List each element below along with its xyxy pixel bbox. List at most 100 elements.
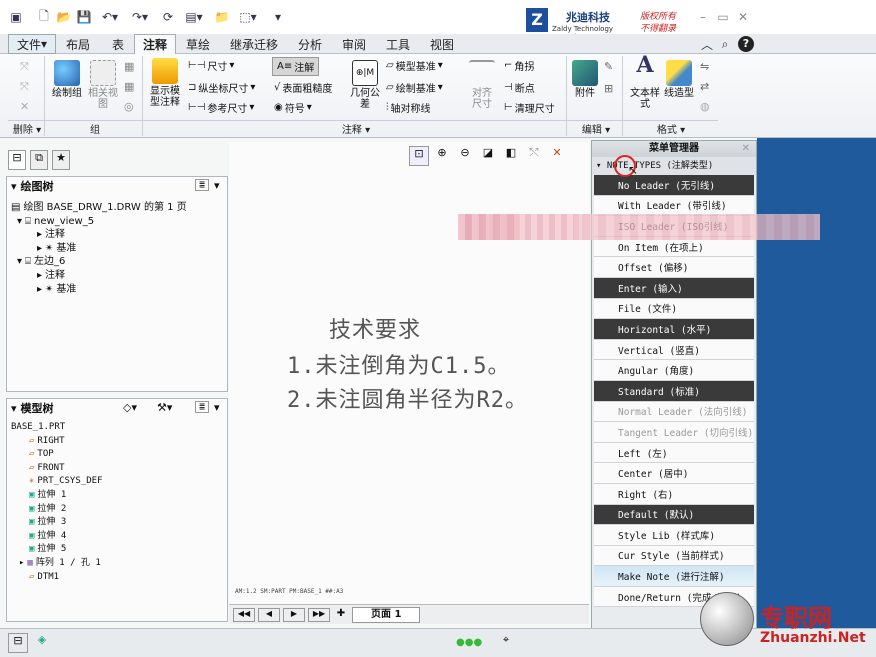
group-small-icon-2[interactable]: ▦ xyxy=(124,80,134,93)
draw-group-button[interactable]: 绘制组 xyxy=(50,60,84,99)
tree-item[interactable]: ▱ FRONT xyxy=(11,462,223,476)
customize-icon[interactable]: ▾ xyxy=(272,8,284,26)
tree-item[interactable]: ▤ 绘图 BASE_DRW_1.DRW 的第 1 页 xyxy=(11,201,223,215)
delete-icon-1[interactable]: ⤧ xyxy=(20,60,29,74)
first-page-icon[interactable]: ◀◀ xyxy=(233,607,255,622)
tree-item[interactable]: ▣ 拉伸 5 xyxy=(11,543,223,557)
ref-dim-button[interactable]: ⊢⊣ 参考尺寸 ▾ xyxy=(188,100,254,115)
tools-icon[interactable]: ⚒▾ xyxy=(157,401,172,414)
corner-button[interactable]: ⌐ 角拐 xyxy=(504,58,534,73)
tree-tab-icon[interactable]: ⊟ xyxy=(8,150,26,170)
dropdown-icon[interactable]: ▾ xyxy=(214,401,220,414)
menu-item[interactable]: Left (左) xyxy=(594,442,754,464)
show-model-annot-button[interactable]: 显示模型注释 xyxy=(148,58,182,108)
tree-item[interactable]: ▣ 拉伸 4 xyxy=(11,530,223,544)
align-dim-button[interactable]: 对齐尺寸 xyxy=(468,60,496,110)
format-icon-2[interactable]: ⇄ xyxy=(700,80,709,93)
tab-view[interactable]: 视图 xyxy=(422,34,462,54)
folder-tab-icon[interactable]: ⧉ xyxy=(30,150,48,170)
tree-item[interactable]: ▱ RIGHT xyxy=(11,435,223,449)
tab-layout[interactable]: 布局 xyxy=(58,34,98,54)
edit-icon-1[interactable]: ✎ xyxy=(604,60,613,73)
format-icon-3[interactable]: ◍ xyxy=(700,100,710,113)
next-page-icon[interactable]: ▶ xyxy=(283,607,305,622)
group-annotate[interactable]: 注释 ▾ xyxy=(144,120,568,136)
new-icon[interactable]: 🗋 xyxy=(36,8,52,26)
last-page-icon[interactable]: ▶▶ xyxy=(308,607,330,622)
draw-datum-button[interactable]: ▱ 绘制基准 ▾ xyxy=(386,80,443,95)
text-style-button[interactable]: A 文本样式 xyxy=(630,54,660,110)
tree-item[interactable]: ▸ ▦ 阵列 1 / 孔 1 xyxy=(11,557,223,571)
collapse-ribbon-icon[interactable]: ︿ xyxy=(700,35,714,53)
tab-table[interactable]: 表 xyxy=(104,34,132,54)
tree-item[interactable]: ✳ PRT_CSYS_DEF xyxy=(11,475,223,489)
menu-item[interactable]: Standard (标准) xyxy=(594,380,754,402)
help-icon[interactable]: ? xyxy=(738,36,754,52)
menu-item[interactable]: Default (默认) xyxy=(594,504,754,526)
tree-settings-icon[interactable]: ≣ xyxy=(195,401,209,413)
open-icon[interactable]: 📂 xyxy=(56,8,72,26)
geo-tol-button[interactable]: ⊕|M 几何公差 xyxy=(350,60,380,110)
menu-item[interactable]: Right (右) xyxy=(594,483,754,505)
regenerate-icon[interactable]: ⟳ xyxy=(160,8,176,26)
tab-sketch[interactable]: 草绘 xyxy=(178,34,218,54)
line-style-button[interactable]: 线造型 xyxy=(664,60,694,99)
refit-icon[interactable]: ⊡ xyxy=(409,146,429,166)
axis-sym-button[interactable]: ⫶ 轴对称线 xyxy=(386,100,431,115)
tree-item[interactable]: ▾ ⌸ 左边_6 xyxy=(11,255,223,269)
navigator-toggle-icon[interactable]: ⊟ xyxy=(8,633,28,653)
clean-dim-button[interactable]: ⊢ 清理尺寸 xyxy=(504,100,555,115)
format-icon-1[interactable]: ⇋ xyxy=(700,60,709,73)
menu-item[interactable]: No Leader (无引线) xyxy=(594,175,754,196)
menu-item[interactable]: Center (居中) xyxy=(594,463,754,484)
tab-file[interactable]: 文件 ▾ xyxy=(8,34,57,54)
menu-item[interactable]: Angular (角度) xyxy=(594,360,754,381)
edit-icon-2[interactable]: ⊞ xyxy=(604,82,613,95)
page-tab[interactable]: 页面 1 xyxy=(352,606,421,623)
tree-item[interactable]: ▸ 注释 xyxy=(11,269,223,283)
favorites-tab-icon[interactable]: ★ xyxy=(52,150,70,170)
search-icon[interactable]: ⌕ xyxy=(718,35,732,53)
tab-analysis[interactable]: 分析 xyxy=(290,34,330,54)
delete-icon-2[interactable]: ⤧ xyxy=(20,80,29,94)
menu-close-icon[interactable]: ✕ xyxy=(742,141,750,157)
drawing-canvas[interactable]: ⊡ ⊕ ⊖ ◪ ◧ ⤲ ✕ 技术要求 1.未注倒角为C1.5。 2.未注圆角半径… xyxy=(229,142,589,604)
repaint-icon[interactable]: ◪ xyxy=(478,146,498,166)
folder-icon[interactable]: 📁 xyxy=(214,8,230,26)
zoom-out-icon[interactable]: ⊖ xyxy=(455,146,475,166)
attach-button[interactable]: 附件 xyxy=(570,60,600,99)
note-line-2[interactable]: 2.未注圆角半径为R2。 xyxy=(287,382,528,414)
surface-finish-button[interactable]: √ 表面粗糙度 xyxy=(274,80,332,95)
prev-page-icon[interactable]: ◀ xyxy=(258,607,280,622)
undo-icon[interactable]: ↶▾ xyxy=(98,8,122,26)
tab-legacy[interactable]: 继承迁移 xyxy=(222,34,286,54)
minimize-icon[interactable]: – xyxy=(696,8,710,26)
datum-display-icon[interactable]: ⤲ xyxy=(524,146,544,166)
annotation-display-icon[interactable]: ✕ xyxy=(547,146,567,166)
tree-item[interactable]: ▣ 拉伸 3 xyxy=(11,516,223,530)
menu-item[interactable]: Style Lib (样式库) xyxy=(594,525,754,546)
tree-item[interactable]: ▱ DTM1 xyxy=(11,571,223,585)
model-datum-button[interactable]: ▱ 模型基准 ▾ xyxy=(386,58,443,73)
tree-item[interactable]: ▸ ✴ 基准 xyxy=(11,242,223,256)
tab-tools[interactable]: 工具 xyxy=(378,34,418,54)
zoom-in-icon[interactable]: ⊕ xyxy=(432,146,452,166)
group-edit[interactable]: 编辑 ▾ xyxy=(568,120,624,136)
tree-item[interactable]: ▾ ⌸ new_view_5 xyxy=(11,215,223,229)
tab-annotate[interactable]: 注释 xyxy=(134,34,177,54)
tree-item[interactable]: ▣ 拉伸 2 xyxy=(11,503,223,517)
save-icon[interactable]: 💾 xyxy=(76,8,92,26)
note-title[interactable]: 技术要求 xyxy=(329,312,421,344)
related-view-button[interactable]: 相关视图 xyxy=(86,60,120,110)
tab-review[interactable]: 审阅 xyxy=(334,34,374,54)
tree-settings-icon[interactable]: ≣ xyxy=(195,179,209,191)
menu-item[interactable]: Horizontal (水平) xyxy=(594,319,754,340)
window-icon[interactable]: ▤▾ xyxy=(180,8,208,26)
group-format[interactable]: 格式 ▾ xyxy=(624,120,718,136)
group-delete[interactable]: 删除 ▾ xyxy=(8,120,46,136)
layer-icon[interactable]: ◇▾ xyxy=(123,401,137,414)
tree-item[interactable]: ▸ 注释 xyxy=(11,228,223,242)
display-style-icon[interactable]: ◧ xyxy=(501,146,521,166)
group-small-icon-1[interactable]: ▦ xyxy=(124,60,134,73)
find-icon[interactable]: ⌖ xyxy=(496,633,516,653)
